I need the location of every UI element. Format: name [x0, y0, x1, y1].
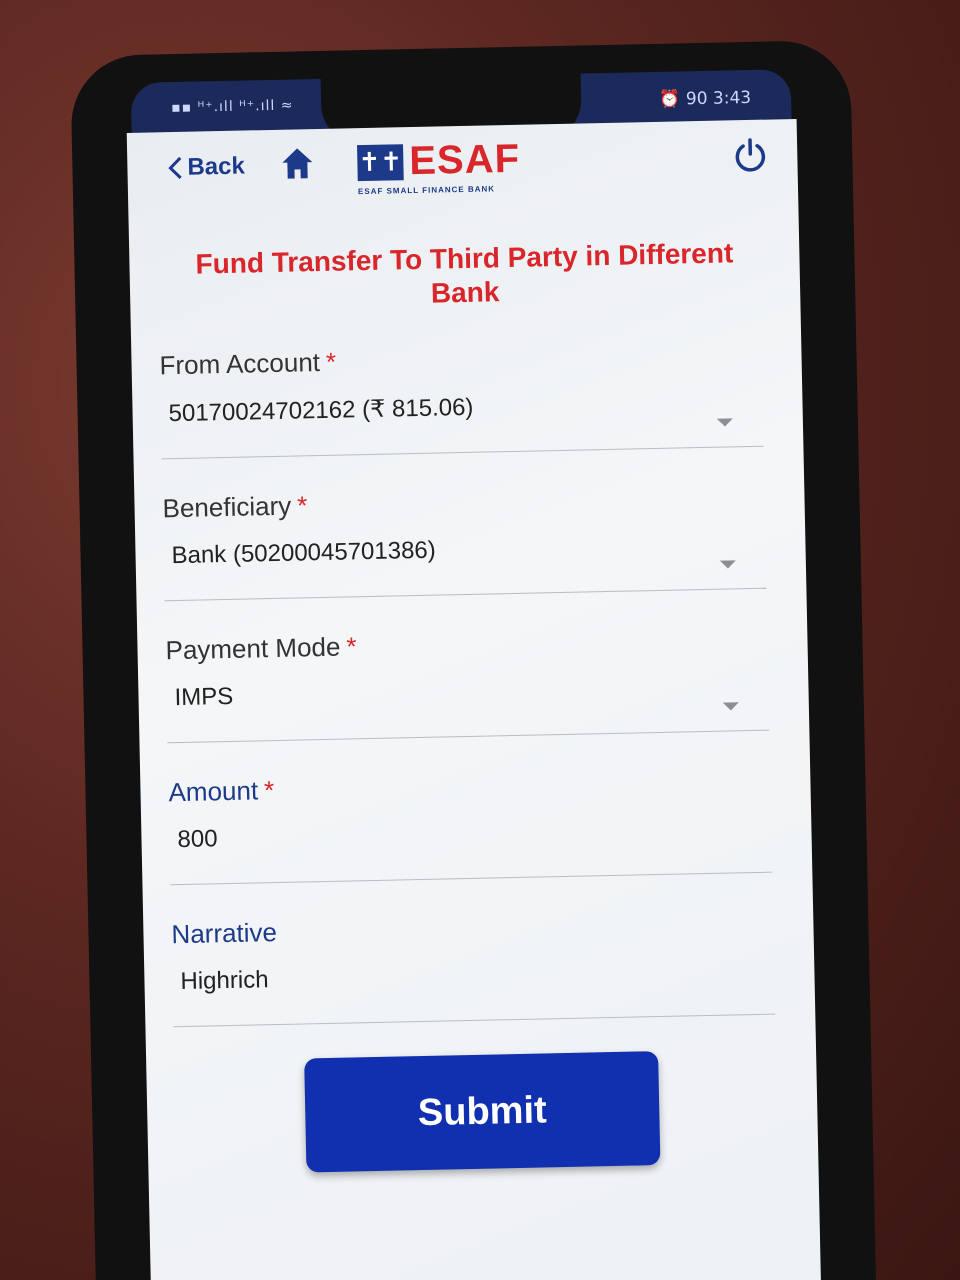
narrative-input[interactable]: Highrich	[172, 938, 775, 1027]
app-header: Back ✝✝ ESAF ESAF SMALL FINANCE BANK	[127, 119, 799, 223]
from-account-field[interactable]: From Account * 50170024702162 (₹ 815.06)	[158, 303, 764, 460]
submit-button[interactable]: Submit	[304, 1051, 661, 1173]
amount-input[interactable]: 800	[169, 796, 772, 885]
logo-mark: ✝✝	[357, 143, 404, 181]
dropdown-arrow-icon[interactable]	[722, 702, 739, 711]
amount-field[interactable]: Amount * 800	[167, 730, 773, 886]
payment-mode-field[interactable]: Payment Mode * IMPS	[164, 588, 770, 744]
power-icon[interactable]	[731, 136, 770, 175]
logo-text: ESAF	[408, 136, 521, 184]
app-screen: Back ✝✝ ESAF ESAF SMALL FINANCE BANK Fun…	[126, 118, 822, 1280]
esaf-logo: ✝✝ ESAF ESAF SMALL FINANCE BANK	[357, 137, 521, 196]
payment-mode-value: IMPS	[174, 682, 234, 712]
home-icon[interactable]	[279, 145, 316, 182]
chevron-left-icon	[168, 156, 182, 179]
status-time: ⏰ 90 3:43	[659, 87, 752, 110]
status-signal: ▪▪ ᴴ⁺.ıll ᴴ⁺.ıll ≈	[171, 97, 294, 117]
beneficiary-field[interactable]: Beneficiary * Bank (50200045701386)	[161, 446, 767, 602]
logo-subtitle: ESAF SMALL FINANCE BANK	[357, 184, 496, 197]
narrative-field[interactable]: Narrative Highrich	[170, 872, 776, 1028]
back-button[interactable]: Back	[167, 153, 245, 183]
from-account-value: 50170024702162 (₹ 815.06)	[168, 393, 474, 428]
dropdown-arrow-icon[interactable]	[719, 560, 736, 569]
dropdown-arrow-icon[interactable]	[716, 418, 733, 427]
back-label: Back	[187, 152, 246, 181]
phone-frame: ▪▪ ᴴ⁺.ıll ᴴ⁺.ıll ≈ ⏰ 90 3:43 Back ✝✝ ESA…	[70, 39, 877, 1280]
beneficiary-value: Bank (50200045701386)	[171, 536, 437, 570]
